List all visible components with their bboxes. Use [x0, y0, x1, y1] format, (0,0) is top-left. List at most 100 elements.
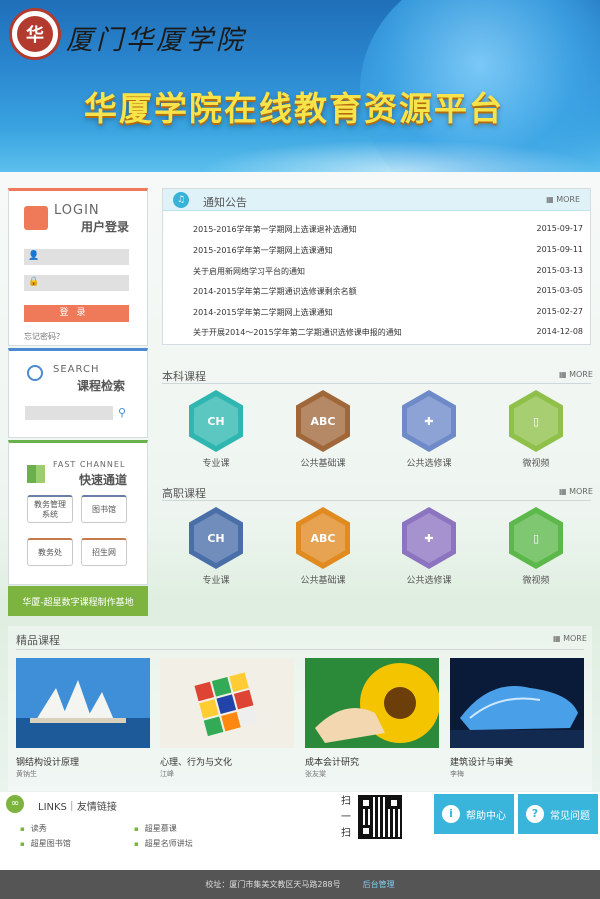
link-chaoxing-mooc[interactable]: 超星慕课 — [134, 823, 177, 834]
notice-item-title: 2014-2015学年第二学期网上选课通知 — [193, 308, 333, 317]
vocational-title: 高职课程 — [162, 487, 206, 500]
academic-system-button[interactable]: 教务管理系统 — [27, 495, 73, 523]
lock-icon: 🔒 — [28, 277, 40, 287]
abc-blocks-icon: ABC — [301, 513, 345, 563]
notice-item-date: 2015-02-27 — [536, 307, 584, 316]
login-button[interactable]: 登录 — [24, 305, 129, 322]
featured-course-title[interactable]: 心理、行为与文化 — [160, 755, 232, 768]
phone-icon: ▯ — [514, 396, 558, 446]
featured-course-title[interactable]: 建筑设计与审美 — [450, 755, 513, 768]
undergrad-title: 本科课程 — [162, 370, 206, 383]
featured-course-author: 张友棠 — [305, 770, 326, 778]
admin-link[interactable]: 后台管理 — [363, 879, 395, 890]
notice-item[interactable]: 关于开展2014～2015学年第二学期通识选修课申报的通知 2014-12-08 — [193, 327, 583, 338]
notice-item-title: 关于启用新网络学习平台的通知 — [193, 267, 305, 276]
link-duxiu[interactable]: 读秀 — [20, 823, 47, 834]
notice-item[interactable]: 2014-2015学年第二学期通识选修课剩余名额 2015-03-05 — [193, 286, 583, 297]
puzzle-icon: ✚ — [407, 513, 451, 563]
school-name: 厦门华厦学院 — [66, 25, 246, 56]
help-center-label: 帮助中心 — [466, 810, 506, 822]
link-chaoxing-library[interactable]: 超星图书馆 — [20, 838, 71, 849]
undergrad-course-label[interactable]: 专业课 — [171, 456, 261, 469]
abc-blocks-icon: ABC — [301, 396, 345, 446]
notice-item[interactable]: 2015-2016学年第一学期网上选课退补选通知 2015-09-17 — [193, 224, 583, 235]
phone-icon: ▯ — [514, 513, 558, 563]
person-icon: 👤 — [28, 251, 40, 261]
notice-item-title: 关于开展2014～2015学年第二学期通识选修课申报的通知 — [193, 328, 402, 337]
notice-item-date: 2014-12-08 — [536, 327, 584, 336]
notice-item[interactable]: 2014-2015学年第二学期网上选课通知 2015-02-27 — [193, 307, 583, 318]
undergrad-course-label[interactable]: 公共选修课 — [384, 456, 474, 469]
notice-item-title: 2015-2016学年第一学期网上选课退补选通知 — [193, 225, 357, 234]
vocational-more-link[interactable]: ▦ MORE — [559, 487, 593, 496]
footer: 校址：厦门市集美文教区天马路288号 后台管理 — [0, 870, 600, 899]
search-en-title: SEARCH — [53, 364, 100, 375]
grid-more-icon: ▦ — [546, 195, 557, 204]
divider — [162, 383, 591, 384]
link-chaoxing-lectures[interactable]: 超星名师讲坛 — [134, 838, 193, 849]
divider — [16, 649, 584, 650]
admissions-button[interactable]: 招生网 — [81, 538, 127, 566]
bell-icon: ♫ — [173, 192, 189, 208]
notice-item-title: 2015-2016学年第一学期网上选课通知 — [193, 246, 333, 255]
search-button[interactable]: ⚲ — [115, 406, 129, 420]
grid-icon — [27, 465, 45, 483]
divider — [162, 500, 591, 501]
question-icon: ? — [526, 805, 544, 823]
footer-address: 校址：厦门市集美文教区天马路288号 — [205, 880, 341, 889]
platform-title: 华厦学院在线教育资源平台 — [84, 89, 504, 128]
undergrad-more-link[interactable]: ▦ MORE — [559, 370, 593, 379]
featured-course-author: 江峰 — [160, 770, 174, 778]
chemistry-icon: CH — [194, 513, 238, 563]
notice-panel: ♫ 通知公告 ▦ MORE 2015-2016学年第一学期网上选课退补选通知 20… — [162, 188, 591, 345]
library-button[interactable]: 图书馆 — [81, 495, 127, 523]
password-input[interactable]: 🔒 — [24, 275, 129, 291]
login-panel: LOGIN 用户登录 👤 🔒 登录 忘记密码？ — [8, 188, 148, 346]
sunflower-image[interactable] — [305, 658, 439, 748]
course-search-panel: SEARCH 课程检索 ⚲ — [8, 348, 148, 438]
faq-label: 常见问题 — [550, 810, 590, 822]
notice-item-date: 2015-09-17 — [536, 224, 584, 233]
vocational-course-label[interactable]: 微视频 — [491, 573, 581, 586]
notice-item-title: 2014-2015学年第二学期通识选修课剩余名额 — [193, 287, 357, 296]
vocational-more-label: MORE — [569, 487, 593, 496]
featured-more-link[interactable]: ▦ MORE — [553, 634, 587, 643]
featured-course-title[interactable]: 钢结构设计原理 — [16, 755, 79, 768]
notice-more-link[interactable]: ▦ MORE — [546, 195, 580, 204]
banner-glow — [200, 140, 600, 172]
featured-more-label: MORE — [563, 634, 587, 643]
school-logo[interactable]: 华 — [9, 8, 61, 60]
featured-course-title[interactable]: 成本会计研究 — [305, 755, 359, 768]
scan-label: 扫一扫 — [341, 796, 351, 839]
notice-more-label: MORE — [556, 195, 580, 204]
vocational-course-label[interactable]: 专业课 — [171, 573, 261, 586]
help-center-button[interactable]: i 帮助中心 — [434, 794, 514, 834]
featured-course-author: 黄钠生 — [16, 770, 37, 778]
notice-header: ♫ 通知公告 ▦ MORE — [163, 189, 590, 211]
notice-item-date: 2015-03-13 — [536, 266, 584, 275]
forgot-password-link[interactable]: 忘记密码？ — [24, 331, 64, 342]
undergrad-course-label[interactable]: 微视频 — [491, 456, 581, 469]
notice-item-date: 2015-03-05 — [536, 286, 584, 295]
qr-code — [358, 795, 402, 839]
header-banner: 华 厦门华厦学院 华厦学院在线教育资源平台 — [0, 0, 600, 172]
username-input[interactable]: 👤 — [24, 249, 129, 265]
featured-course-author: 李梅 — [450, 770, 464, 778]
opera-house-image[interactable] — [16, 658, 150, 748]
notice-item[interactable]: 2015-2016学年第一学期网上选课通知 2015-09-11 — [193, 245, 583, 256]
building-image[interactable] — [450, 658, 584, 748]
production-base-link[interactable]: 华厦-超星数字课程制作基地 — [8, 586, 148, 616]
notice-item[interactable]: 关于启用新网络学习平台的通知 2015-03-13 — [193, 266, 583, 277]
undergrad-course-label[interactable]: 公共基础课 — [278, 456, 368, 469]
notice-item-date: 2015-09-11 — [536, 245, 584, 254]
search-input[interactable] — [25, 406, 113, 420]
vocational-course-label[interactable]: 公共选修课 — [384, 573, 474, 586]
academic-office-button[interactable]: 教务处 — [27, 538, 73, 566]
search-cn-title: 课程检索 — [77, 379, 126, 393]
rubiks-cube-image[interactable] — [160, 658, 294, 748]
vocational-course-label[interactable]: 公共基础课 — [278, 573, 368, 586]
logo-mark: 华 — [17, 16, 53, 52]
links-title: LINKS｜友情链接 — [38, 802, 117, 813]
puzzle-icon: ✚ — [407, 396, 451, 446]
faq-button[interactable]: ? 常见问题 — [518, 794, 598, 834]
